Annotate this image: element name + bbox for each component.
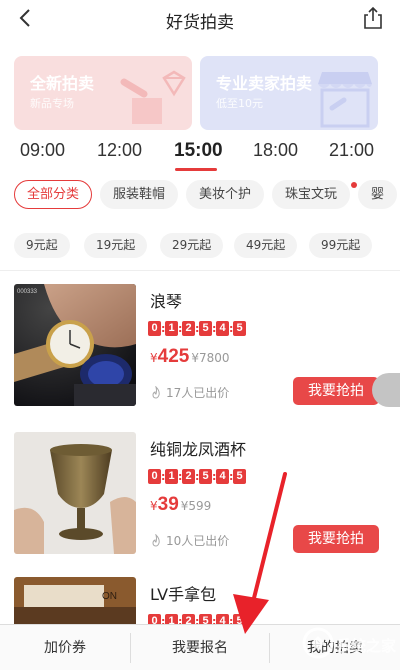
countdown-digit: 5 [199, 613, 212, 624]
price-filter-49[interactable]: 49元起 [234, 233, 298, 258]
product-image-bag[interactable]: ON [14, 577, 136, 624]
countdown-digit: 4 [216, 320, 229, 336]
current-price: 39 [157, 494, 179, 515]
countdown-digit: 2 [182, 468, 195, 484]
page-title: 好货拍卖 [166, 13, 234, 33]
price-filter-19[interactable]: 19元起 [84, 233, 148, 258]
countdown-digit: 5 [233, 320, 246, 336]
price-filter-29[interactable]: 29元起 [160, 233, 224, 258]
banner-title: 全新拍卖 [30, 74, 95, 93]
countdown-digit: 0 [148, 468, 161, 484]
countdown-digit: 2 [182, 613, 195, 624]
original-price: ¥599 [180, 499, 212, 513]
annotation-arrow-icon [233, 472, 287, 634]
tab-2100[interactable]: 21:00 [329, 140, 374, 161]
flame-icon [152, 386, 160, 399]
countdown-digit: 5 [199, 468, 212, 484]
product-title[interactable]: 浪琴 [150, 288, 182, 312]
current-price: 425 [157, 346, 190, 367]
auction-item: 纯铜龙凤酒杯 0: 1: 2: 5: 4: 5 ¥39 ¥599 10人已出价 我… [14, 432, 400, 558]
tab-0900[interactable]: 09:00 [20, 140, 65, 161]
price-line: ¥39 ¥599 [150, 494, 211, 518]
currency-symbol: ¥ [150, 499, 158, 513]
watermark-logo: 系统之家 [302, 627, 396, 659]
active-tab-indicator [175, 168, 217, 171]
bid-count: 10人已出价 [150, 532, 229, 549]
countdown-digit: 1 [165, 468, 178, 484]
svg-text:系统之家: 系统之家 [336, 637, 396, 655]
floating-side-handle[interactable] [372, 373, 400, 407]
tab-1800[interactable]: 18:00 [253, 140, 298, 161]
countdown-digit: 1 [165, 320, 178, 336]
category-beauty[interactable]: 美妆个护 [186, 180, 265, 209]
category-all[interactable]: 全部分类 [14, 180, 93, 209]
price-filter-9[interactable]: 9元起 [14, 233, 70, 258]
price-filter-99[interactable]: 99元起 [309, 233, 373, 258]
product-title[interactable]: LV手拿包 [150, 581, 216, 605]
bid-now-button[interactable]: 我要抢拍 [293, 377, 379, 405]
bid-count-text: 17人已出价 [166, 386, 230, 400]
category-clothing[interactable]: 服装鞋帽 [100, 180, 179, 209]
countdown-digit: 2 [182, 320, 195, 336]
original-price: ¥7800 [191, 351, 230, 365]
bid-count: 17人已出价 [150, 384, 229, 401]
countdown-digit: 0 [148, 613, 161, 624]
tab-markup-coupon[interactable]: 加价券 [0, 625, 130, 670]
bid-now-button[interactable]: 我要抢拍 [293, 525, 379, 553]
tab-1200[interactable]: 12:00 [97, 140, 142, 161]
time-slot-tabs: 09:00 12:00 15:00 18:00 21:00 [0, 138, 400, 176]
banner-pro-seller[interactable]: 专业卖家拍卖 低至10元 [200, 56, 378, 130]
price-filter-chips: 9元起 19元起 29元起 49元起 99元起 [14, 233, 400, 259]
new-badge-dot [351, 182, 357, 188]
currency-symbol: ¥ [150, 351, 158, 365]
countdown-timer: 0: 1: 2: 5: 4: 5 [148, 320, 246, 336]
category-jewelry[interactable]: 珠宝文玩 [272, 180, 351, 209]
gavel-diamond-icon [120, 70, 186, 124]
category-chips: 全部分类 服装鞋帽 美妆个护 珠宝文玩 婴 [14, 180, 400, 210]
divider [0, 270, 400, 271]
product-title[interactable]: 纯铜龙凤酒杯 [150, 436, 246, 460]
banner-subtitle: 新品专场 [30, 97, 74, 110]
category-baby[interactable]: 婴 [358, 180, 398, 209]
gavel-store-icon [318, 72, 372, 128]
banner-subtitle: 低至10元 [216, 97, 263, 110]
share-icon[interactable] [362, 6, 384, 30]
svg-text:000333: 000333 [17, 289, 38, 295]
product-image-watch[interactable]: 000333 [14, 284, 136, 406]
countdown-digit: 5 [199, 320, 212, 336]
countdown-digit: 0 [148, 320, 161, 336]
svg-text:ON: ON [102, 591, 117, 602]
countdown-digit: 1 [165, 613, 178, 624]
top-bar: 好货拍卖 [0, 0, 400, 40]
tab-1500[interactable]: 15:00 [174, 140, 223, 162]
flame-icon [152, 534, 160, 547]
product-image-cup[interactable] [14, 432, 136, 554]
bid-count-text: 10人已出价 [166, 534, 230, 548]
auction-item: 000333 浪琴 0: 1: 2: 5: 4: 5 ¥425 ¥7800 17人… [14, 284, 400, 410]
banner-new-auction[interactable]: 全新拍卖 新品专场 [14, 56, 192, 130]
price-line: ¥425 ¥7800 [150, 346, 230, 370]
banner-title: 专业卖家拍卖 [216, 74, 313, 93]
